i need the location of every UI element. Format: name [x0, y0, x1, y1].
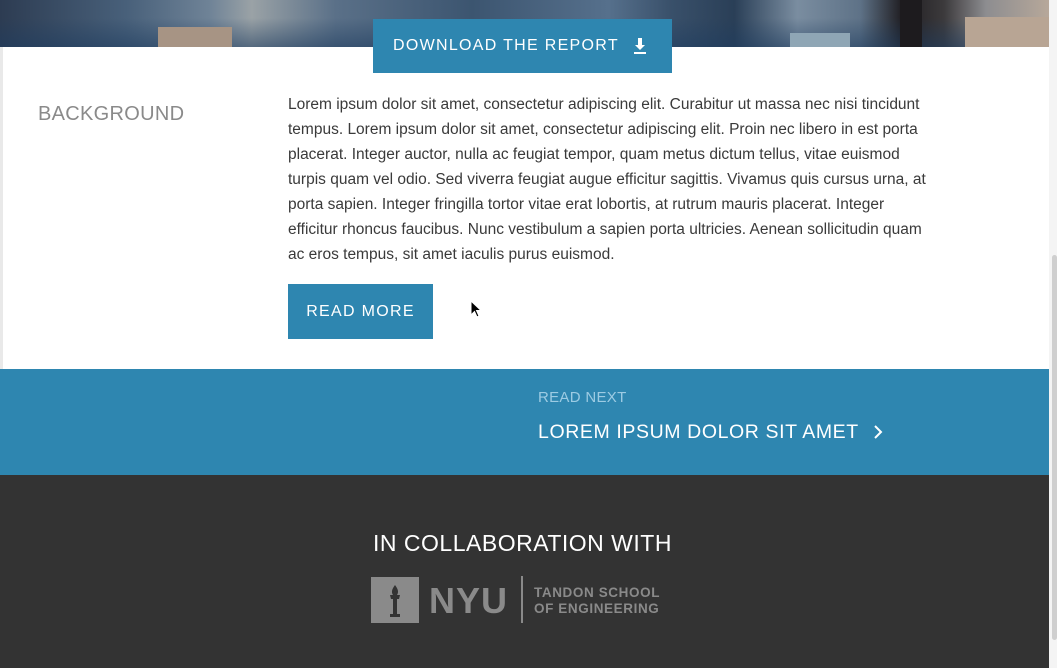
read-more-button[interactable]: READ MORE [288, 284, 433, 339]
read-next-label: READ NEXT [538, 389, 627, 406]
section-title: BACKGROUND [38, 103, 185, 125]
download-report-button[interactable]: DOWNLOAD THE REPORT [373, 19, 672, 73]
collaboration-heading: IN COLLABORATION WITH [373, 530, 672, 556]
download-report-label: DOWNLOAD THE REPORT [393, 37, 619, 54]
read-next-banner [0, 369, 1049, 475]
scrollbar-thumb[interactable] [1052, 255, 1057, 640]
read-next-title: LOREM IPSUM DOLOR SIT AMET [538, 420, 859, 443]
logo-divider [521, 576, 523, 623]
logo-school-line-2: OF ENGINEERING [534, 601, 660, 616]
hero-building [790, 33, 850, 47]
footer [0, 475, 1049, 668]
section-body-text: Lorem ipsum dolor sit amet, consectetur … [288, 96, 926, 263]
torch-icon [371, 577, 419, 623]
logo-nyu-text: NYU [429, 580, 509, 621]
nyu-tandon-logo[interactable]: NYU TANDON SCHOOL OF ENGINEERING [371, 576, 676, 624]
logo-school-line-1: TANDON SCHOOL [534, 585, 661, 600]
hero-building [900, 0, 922, 47]
page-edge [0, 47, 3, 369]
hero-building [158, 27, 232, 47]
torch-logo-icon [371, 577, 419, 623]
mouse-cursor-icon [470, 300, 483, 318]
download-icon [634, 38, 646, 54]
logo-school-name: TANDON SCHOOL OF ENGINEERING [534, 585, 660, 617]
read-next-link[interactable]: LOREM IPSUM DOLOR SIT AMET [538, 419, 883, 445]
hero-building [965, 17, 1049, 47]
chevron-right-icon [874, 425, 883, 439]
